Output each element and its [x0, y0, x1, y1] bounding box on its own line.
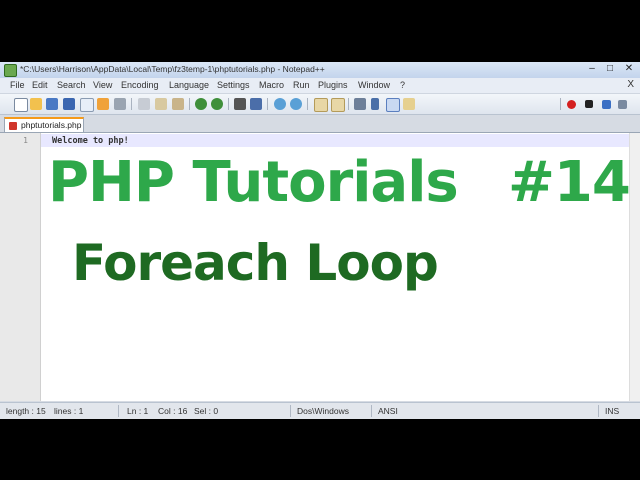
doc-map-icon[interactable] [403, 98, 415, 110]
sync-v-icon[interactable] [314, 98, 328, 112]
stop-record-icon[interactable] [585, 100, 593, 108]
toolbar-separator [189, 98, 190, 110]
status-separator [598, 405, 599, 417]
maximize-button[interactable]: □ [601, 62, 619, 76]
unsaved-file-icon [9, 122, 17, 130]
menu-macro[interactable]: Macro [259, 80, 284, 90]
window-title: *C:\Users\Harrison\AppData\Local\Temp\fz… [20, 64, 325, 74]
show-all-icon[interactable] [371, 98, 379, 110]
menu-search[interactable]: Search [57, 80, 86, 90]
tab-label: phptutorials.php [21, 120, 82, 130]
menu-settings[interactable]: Settings [217, 80, 250, 90]
record-macro-icon[interactable] [567, 100, 576, 109]
open-file-icon[interactable] [30, 98, 42, 110]
menu-language[interactable]: Language [169, 80, 209, 90]
close-icon[interactable] [80, 98, 94, 112]
status-sel: Sel : 0 [194, 406, 219, 416]
close-document-icon[interactable]: X [627, 79, 634, 90]
code-line[interactable]: Welcome to php! [52, 136, 129, 146]
line-number: 1 [23, 136, 28, 145]
menu-encoding[interactable]: Encoding [121, 80, 159, 90]
status-ln: Ln : 1 [127, 406, 149, 416]
new-file-icon[interactable] [14, 98, 28, 112]
toolbar-separator [307, 98, 308, 110]
toolbar [0, 94, 640, 115]
status-length: length : 15 [6, 406, 46, 416]
status-separator [371, 405, 372, 417]
title-bar[interactable]: *C:\Users\Harrison\AppData\Local\Temp\fz… [0, 62, 640, 78]
save-all-icon[interactable] [63, 98, 75, 110]
toolbar-separator [348, 98, 349, 110]
status-separator [290, 405, 291, 417]
tab-bar: phptutorials.php [0, 115, 640, 133]
toolbar-separator [267, 98, 268, 110]
find-icon[interactable] [234, 98, 246, 110]
tutorial-subtitle: Foreach Loop [72, 234, 439, 292]
sync-h-icon[interactable] [331, 98, 345, 112]
menu-help[interactable]: ? [400, 80, 405, 90]
status-col: Col : 16 [158, 406, 188, 416]
menu-file[interactable]: File [10, 80, 25, 90]
status-eol: Dos\Windows [297, 406, 349, 416]
cut-icon[interactable] [138, 98, 150, 110]
tutorial-number: #14 [508, 150, 631, 215]
zoom-in-icon[interactable] [274, 98, 286, 110]
print-icon[interactable] [114, 98, 126, 110]
status-lines: lines : 1 [54, 406, 84, 416]
menu-bar: File Edit Search View Encoding Language … [0, 78, 640, 94]
redo-icon[interactable] [211, 98, 223, 110]
menu-edit[interactable]: Edit [32, 80, 48, 90]
toolbar-separator [228, 98, 229, 110]
toolbar-separator [131, 98, 132, 110]
zoom-out-icon[interactable] [290, 98, 302, 110]
menu-plugins[interactable]: Plugins [318, 80, 348, 90]
run-macro-multiple-icon[interactable] [618, 100, 627, 109]
close-all-icon[interactable] [97, 98, 109, 110]
tab-phptutorials[interactable]: phptutorials.php [4, 117, 84, 132]
editor-area[interactable]: 1 Welcome to php! PHP Tutorials #14 Fore… [0, 133, 640, 401]
line-number-gutter: 1 [0, 133, 41, 401]
status-encoding: ANSI [378, 406, 398, 416]
notepad-window: *C:\Users\Harrison\AppData\Local\Temp\fz… [0, 62, 640, 419]
play-macro-icon[interactable] [602, 100, 611, 109]
copy-icon[interactable] [155, 98, 167, 110]
status-insert-mode: INS [605, 406, 620, 416]
wrap-icon[interactable] [354, 98, 366, 110]
status-separator [118, 405, 119, 417]
replace-icon[interactable] [250, 98, 262, 110]
menu-window[interactable]: Window [358, 80, 390, 90]
close-button[interactable]: ✕ [620, 62, 638, 76]
minimize-button[interactable]: – [583, 62, 601, 76]
undo-icon[interactable] [195, 98, 207, 110]
indent-guide-icon[interactable] [386, 98, 400, 112]
menu-view[interactable]: View [93, 80, 112, 90]
save-icon[interactable] [46, 98, 58, 110]
status-bar: length : 15 lines : 1 Ln : 1 Col : 16 Se… [0, 402, 640, 419]
tutorial-title: PHP Tutorials [48, 150, 459, 215]
notepad-app-icon [4, 64, 17, 77]
current-line-highlight [41, 134, 640, 147]
toolbar-separator [560, 98, 561, 110]
paste-icon[interactable] [172, 98, 184, 110]
vertical-scrollbar[interactable] [629, 133, 640, 401]
menu-run[interactable]: Run [293, 80, 310, 90]
